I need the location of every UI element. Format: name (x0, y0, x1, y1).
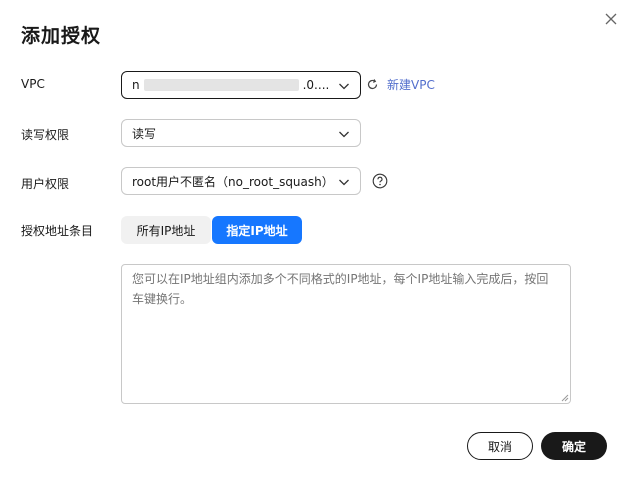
vpc-label: VPC (21, 77, 45, 91)
cancel-button[interactable]: 取消 (467, 432, 533, 460)
user-permission-select[interactable]: root用户不匿名（no_root_squash） (121, 167, 361, 195)
chevron-down-icon (339, 131, 349, 138)
vpc-value-prefix: n (132, 78, 140, 92)
confirm-button[interactable]: 确定 (541, 432, 607, 460)
chevron-down-icon (339, 83, 349, 90)
resize-handle-icon[interactable] (560, 393, 569, 402)
vpc-select[interactable]: n .0.... (121, 71, 361, 99)
close-icon[interactable] (600, 8, 622, 30)
all-ip-option[interactable]: 所有IP地址 (121, 216, 211, 244)
specified-ip-option[interactable]: 指定IP地址 (212, 216, 302, 244)
help-icon[interactable] (372, 173, 388, 189)
vpc-select-value: n .0.... (132, 78, 360, 92)
rw-permission-label: 读写权限 (21, 128, 70, 142)
vpc-value-suffix: .0.... (302, 78, 330, 92)
new-vpc-link[interactable]: 新建VPC (387, 76, 435, 93)
ip-address-textarea[interactable] (121, 264, 571, 404)
dialog-title: 添加授权 (21, 25, 102, 47)
user-permission-label: 用户权限 (21, 177, 70, 191)
auth-address-label: 授权地址条目 (21, 224, 94, 238)
refresh-icon[interactable] (366, 78, 379, 91)
rw-permission-value: 读写 (132, 126, 157, 141)
chevron-down-icon (339, 179, 349, 186)
vpc-value-redacted (143, 79, 299, 91)
rw-permission-select[interactable]: 读写 (121, 119, 361, 147)
user-permission-value: root用户不匿名（no_root_squash） (132, 174, 334, 189)
add-authorization-dialog: 添加授权 VPC n .0.... 新建VPC 读写权限 读写 用户权限 roo… (0, 0, 635, 488)
